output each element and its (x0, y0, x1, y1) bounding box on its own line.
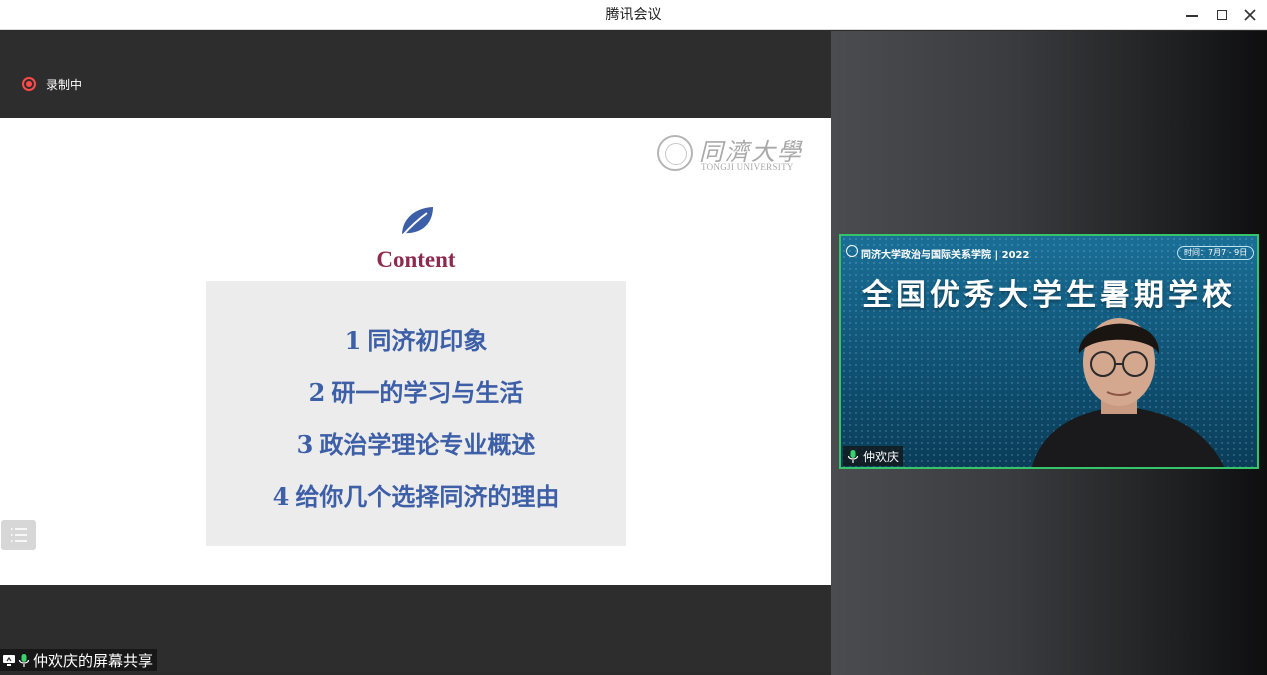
video-panel: 同济大学政治与国际关系学院 | 2022 时间：7月7 - 9日 全国优秀大学生… (831, 31, 1267, 675)
toc-item-text: 给你几个选择同济的理由 (295, 482, 560, 511)
toc-item: 2 研一的学习与生活 (206, 373, 626, 408)
record-icon (22, 77, 36, 91)
toc-item-number: 3 (296, 430, 314, 459)
school-badge-icon (846, 245, 858, 257)
participant-name: 仲欢庆 (863, 449, 900, 464)
toc-item-text: 政治学理论专业概述 (319, 430, 536, 459)
presentation-slide: 同濟大學 TONGJI UNIVERSITY Content 1 同济初印象 2研… (0, 118, 831, 585)
screen-share-icon (3, 655, 15, 666)
leaf-icon (402, 207, 433, 236)
list-toggle-button[interactable] (1, 520, 36, 550)
toc-item-number: 2 (308, 378, 326, 407)
recording-label: 录制中 (46, 77, 83, 92)
screen-share-area: 录制中 同濟大學 TONGJI UNIVERSITY Content 1 同济初印… (0, 31, 831, 672)
participant-video-tile[interactable]: 同济大学政治与国际关系学院 | 2022 时间：7月7 - 9日 全国优秀大学生… (839, 234, 1259, 469)
banner-time-text: 时间：7月7 - 9日 (1177, 246, 1255, 260)
minimize-icon (1186, 15, 1198, 17)
toc-item: 1 同济初印象 (206, 321, 626, 356)
microphone-icon (18, 653, 30, 667)
participant-avatar (1032, 318, 1224, 467)
content-heading: Content (376, 247, 456, 272)
toc-item-text: 研一的学习与生活 (331, 378, 524, 407)
toc-item: 3 政治学理论专业概述 (206, 425, 626, 460)
banner-school-text: 同济大学政治与国际关系学院 | 2022 (861, 250, 1030, 261)
close-icon (1244, 9, 1256, 21)
recording-indicator[interactable]: 录制中 (22, 76, 82, 92)
microphone-icon (847, 449, 859, 463)
toc-item-number: 1 (344, 326, 362, 355)
university-logo: 同濟大學 TONGJI UNIVERSITY (657, 132, 802, 174)
minimize-button[interactable] (1182, 5, 1202, 25)
screen-share-label: 仲欢庆的屏幕共享 (33, 651, 154, 670)
table-of-contents: 1 同济初印象 2 研一的学习与生活 3 政治学理论专业概述 4 给你几个选择同济的理由 (206, 281, 626, 546)
window-title: 腾讯会议 (605, 7, 662, 23)
toc-item-number: 4 (272, 482, 290, 511)
university-seal-icon (657, 135, 693, 171)
toc-item: 4 给你几个选择同济的理由 (206, 477, 626, 512)
logo-english-text: TONGJI UNIVERSITY (701, 162, 794, 172)
participant-name-tag: 仲欢庆 (843, 446, 904, 466)
screen-share-tag: 仲欢庆的屏幕共享 (0, 649, 158, 671)
close-button[interactable] (1240, 5, 1260, 25)
maximize-button[interactable] (1212, 5, 1232, 25)
toc-item-text: 同济初印象 (367, 326, 488, 355)
maximize-icon (1217, 10, 1227, 20)
list-icon (11, 528, 27, 542)
title-bar: 腾讯会议 (0, 0, 1267, 30)
